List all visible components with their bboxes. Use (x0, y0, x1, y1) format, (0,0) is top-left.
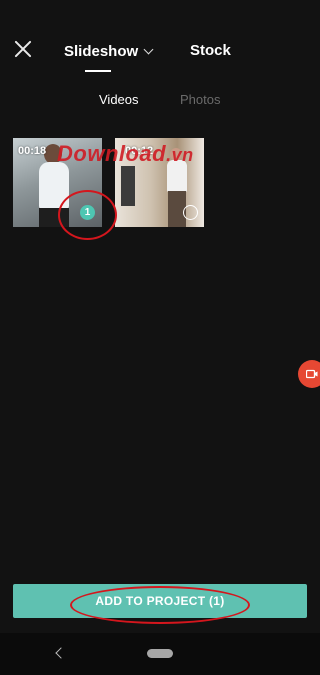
media-type-tabs: Videos Photos (0, 92, 320, 110)
watermark: Download.vn (57, 141, 194, 167)
tab-stock[interactable]: Stock (190, 42, 231, 59)
subtab-photos[interactable]: Photos (180, 92, 220, 107)
thumbnail-door (121, 166, 135, 206)
chevron-down-icon (143, 44, 154, 54)
tab-slideshow[interactable]: Slideshow (64, 40, 154, 62)
tab-slideshow-label: Slideshow (64, 42, 139, 60)
close-icon[interactable] (12, 38, 34, 60)
camera-icon (306, 369, 318, 379)
watermark-text: Download (57, 141, 167, 166)
subtab-videos[interactable]: Videos (99, 92, 139, 107)
watermark-suffix: .vn (166, 145, 194, 165)
system-nav-bar (0, 633, 320, 675)
annotation-ellipse (70, 586, 250, 624)
back-icon[interactable] (55, 647, 67, 659)
annotation-circle (58, 190, 117, 240)
selection-circle[interactable] (183, 205, 198, 220)
tab-active-indicator (85, 70, 111, 72)
floating-camera-button[interactable] (298, 360, 320, 388)
video-duration: 00:18 (18, 145, 47, 157)
top-bar: Slideshow Stock (0, 0, 320, 78)
home-icon[interactable] (147, 649, 173, 658)
